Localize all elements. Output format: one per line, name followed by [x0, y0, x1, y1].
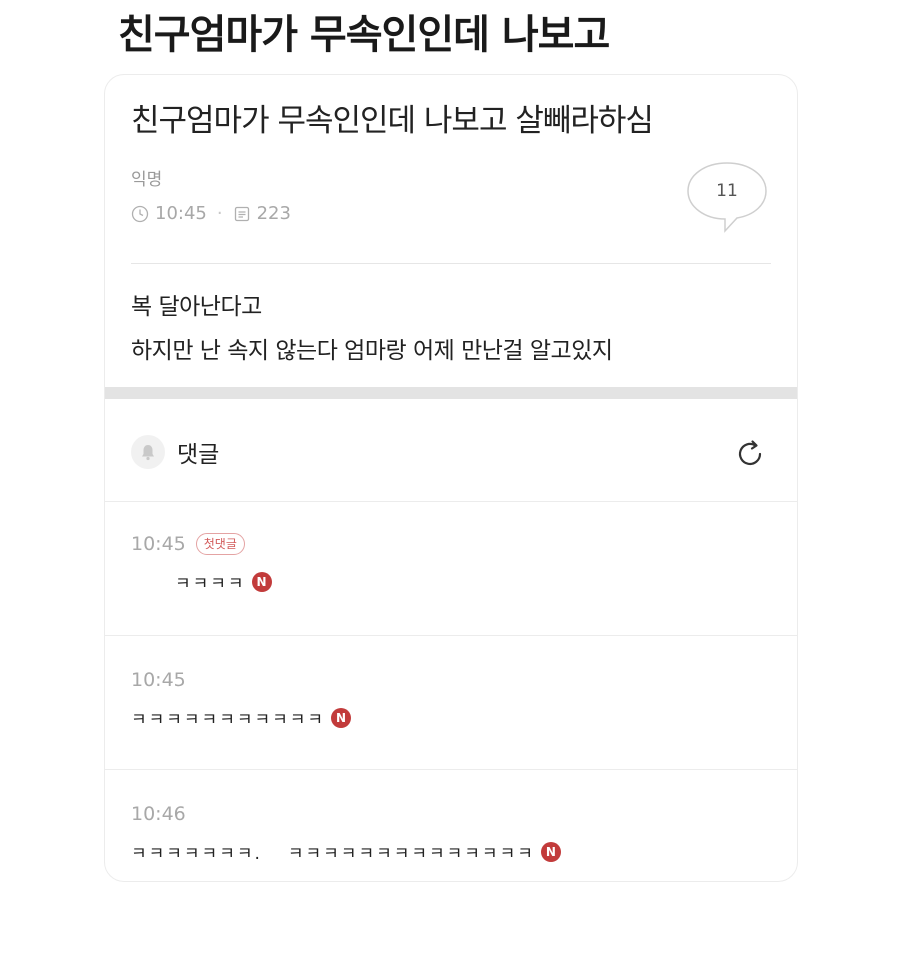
headline-caption: 친구엄마가 무속인인데 나보고 [118, 12, 610, 58]
new-badge: N [251, 571, 272, 592]
comment-time: 10:45 [131, 669, 186, 691]
refresh-icon[interactable] [733, 437, 767, 471]
row-divider [105, 635, 797, 636]
post-body-line: 복 달아난다고 [131, 294, 262, 320]
post-body-line: 하지만 난 속지 않는다 엄마랑 어제 만난걸 알고있지 [131, 338, 613, 364]
comment-time: 10:45 [131, 533, 186, 555]
post-meta: 10:45 · 223 [131, 203, 291, 224]
new-badge: N [331, 707, 352, 728]
meta-separator: · [216, 203, 223, 224]
post-views: 223 [256, 203, 291, 224]
section-divider [105, 387, 797, 399]
comment-text: ㅋㅋㅋㅋㅋㅋㅋ. [131, 844, 262, 864]
clock-icon [131, 205, 149, 223]
comment-item: 10:45 첫댓글 ㅋㅋㅋㅋ N [131, 533, 272, 594]
post-time: 10:45 [155, 203, 207, 224]
comment-text-continued: ㅋㅋㅋㅋㅋㅋㅋㅋㅋㅋㅋㅋㅋㅋ [287, 844, 535, 864]
bell-icon[interactable] [131, 435, 165, 469]
comment-item: 10:46 ㅋㅋㅋㅋㅋㅋㅋ. ㅋㅋㅋㅋㅋㅋㅋㅋㅋㅋㅋㅋㅋㅋ N [131, 803, 561, 864]
comment-text: ㅋㅋㅋㅋㅋㅋㅋㅋㅋㅋㅋ [131, 710, 326, 730]
comments-header: 댓글 [131, 435, 219, 469]
row-divider [105, 769, 797, 770]
new-badge: N [540, 841, 561, 862]
comment-time: 10:46 [131, 803, 186, 825]
comment-count-button[interactable]: 11 [685, 161, 769, 233]
first-comment-badge: 첫댓글 [195, 533, 245, 555]
views-icon [233, 205, 251, 223]
post-card: 친구엄마가 무속인인데 나보고 살빼라하심 익명 10:45 · 223 11 … [104, 74, 798, 882]
comment-count: 11 [716, 181, 738, 201]
post-title: 친구엄마가 무속인인데 나보고 살빼라하심 [131, 103, 654, 139]
comment-item: 10:45 ㅋㅋㅋㅋㅋㅋㅋㅋㅋㅋㅋ N [131, 669, 352, 730]
row-divider [105, 501, 797, 502]
page: 친구엄마가 무속인인데 나보고 친구엄마가 무속인인데 나보고 살빼라하심 익명… [0, 0, 900, 980]
comments-header-label: 댓글 [177, 442, 220, 468]
post-body: 복 달아난다고 하지만 난 속지 않는다 엄마랑 어제 만난걸 알고있지 [131, 285, 613, 373]
divider [131, 263, 771, 264]
post-author: 익명 [131, 170, 163, 190]
comment-text: ㅋㅋㅋㅋ [175, 574, 246, 594]
